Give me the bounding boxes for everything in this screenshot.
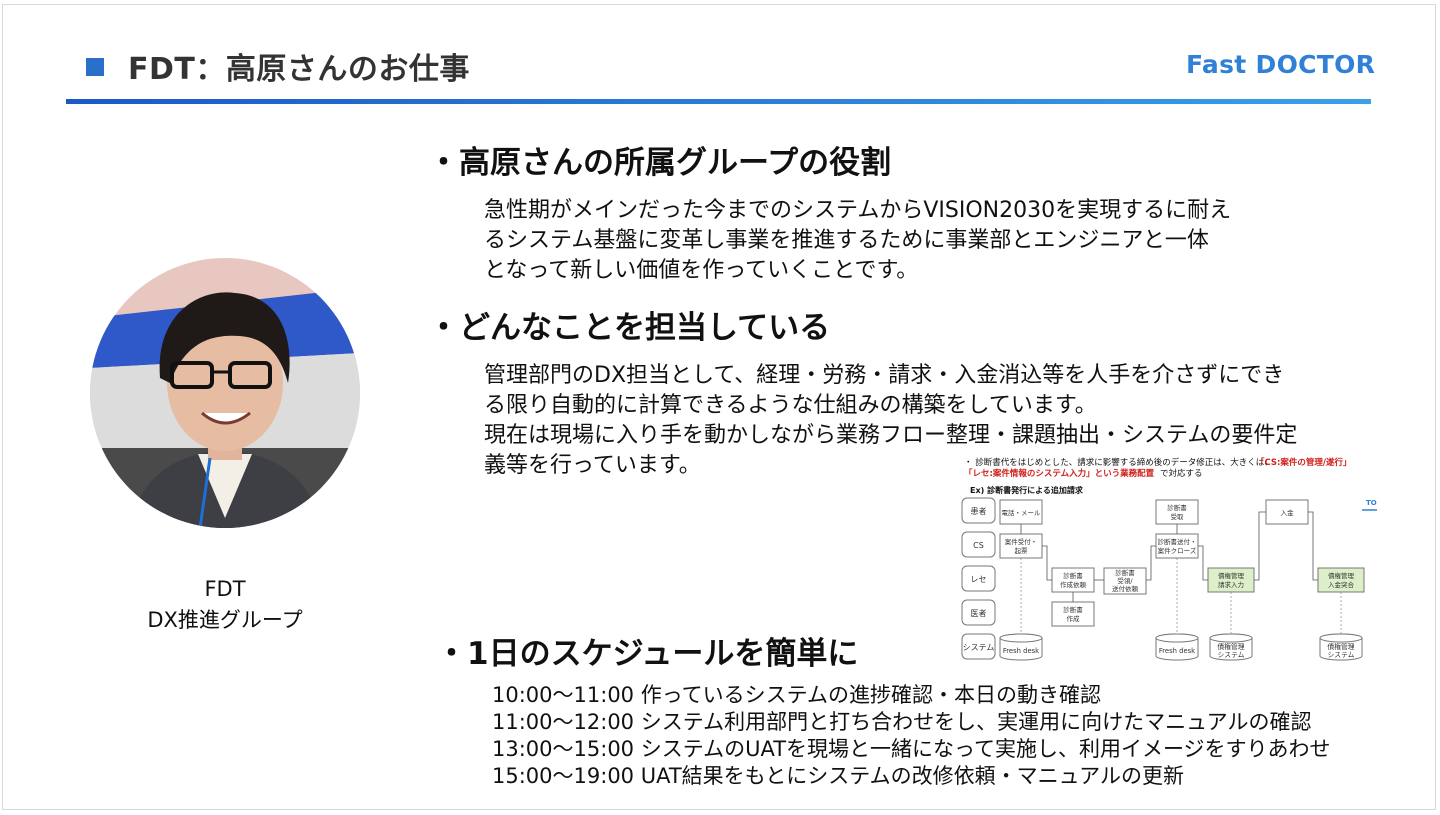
lane-label: 医者 bbox=[971, 609, 987, 618]
square-bullet-icon bbox=[86, 58, 104, 76]
diagram-box-text: 診断書 bbox=[1115, 568, 1135, 577]
diagram-box-text: 入金突合 bbox=[1328, 580, 1355, 589]
profile-photo bbox=[90, 258, 360, 528]
diagram-box-text: 債権管理 bbox=[1218, 571, 1245, 580]
section-heading-responsibility: ・どんなことを担当している bbox=[428, 310, 831, 346]
lane-label: システム bbox=[963, 643, 995, 652]
body-line: 急性期がメインだった今までのシステムからVISION2030を実現するに耐え bbox=[484, 198, 1232, 223]
diagram-box-text: 送付依頼 bbox=[1112, 584, 1139, 593]
section-body-role: 急性期がメインだった今までのシステムからVISION2030を実現するに耐え る… bbox=[484, 196, 1231, 286]
diagram-box-text: 診断書 bbox=[1063, 571, 1083, 580]
body-line: る限り自動的に計算できるような仕組みの構築をしています。 bbox=[484, 393, 1097, 418]
system-label: システム bbox=[1218, 651, 1245, 659]
profile-team-line1: FDT bbox=[204, 577, 246, 601]
diagram-box-text: 受取 bbox=[1171, 512, 1185, 521]
diagram-subtitle: Ex) 診断書発行による追加請求 bbox=[970, 485, 1084, 495]
diagram-note-red1: 「CS:案件の管理/遂行」 bbox=[1256, 457, 1352, 468]
profile-team-line2: DX推進グループ bbox=[147, 608, 303, 632]
diagram-box-text: 作成依頼 bbox=[1060, 580, 1087, 589]
body-line: となって新しい価値を作っていくことです。 bbox=[484, 258, 919, 283]
section-heading-role: ・高原さんの所属グループの役割 bbox=[428, 145, 892, 181]
section-heading-schedule: ・1日のスケジュールを簡単に bbox=[436, 636, 859, 672]
body-line: 管理部門のDX担当として、経理・労務・請求・入金消込等を人手を介さずにでき bbox=[484, 363, 1285, 388]
header-divider bbox=[66, 99, 1371, 104]
page-title: FDT：高原さんのお仕事 bbox=[128, 52, 470, 87]
diagram-box-text: 案件クローズ bbox=[1158, 546, 1197, 555]
diagram-box-text: 起票 bbox=[1015, 547, 1029, 555]
schedule-item: 13:00〜15:00 システムのUATを現場と一緒になって実施し、利用イメージ… bbox=[492, 737, 1331, 761]
diagram-box-text: 債権管理 bbox=[1328, 571, 1355, 580]
system-label: システム bbox=[1328, 651, 1355, 659]
diagram-note-prefix: ・ 診断書代をはじめとした、請求に影響する締め後のデータ修正は、大きくは、 bbox=[964, 457, 1273, 468]
diagram-box-text: 診断書 bbox=[1063, 605, 1083, 614]
diagram-note-suffix: で対応する bbox=[1160, 468, 1203, 479]
brand-logo: Fast DOCTOR bbox=[1186, 50, 1376, 79]
system-label: Fresh desk bbox=[1003, 647, 1039, 655]
body-line: 現在は現場に入り手を動かしながら業務フロー整理・課題抽出・システムの要件定 bbox=[484, 423, 1298, 448]
diagram-box-text: 電話・メール bbox=[1002, 508, 1042, 517]
lane-label: 患者 bbox=[971, 506, 987, 516]
lane-label: CS bbox=[973, 541, 984, 550]
diagram-box-text: 作成 bbox=[1067, 614, 1081, 623]
diagram-box-text: 案件受付・ bbox=[1005, 537, 1038, 546]
schedule-item: 10:00〜11:00 作っているシステムの進捗確認・本日の動き確認 bbox=[492, 683, 1102, 707]
diagram-box-text: 診断書送付・ bbox=[1158, 537, 1197, 546]
schedule-item: 11:00〜12:00 システム利用部門と打ち合わせをし、実運用に向けたマニュア… bbox=[492, 710, 1312, 734]
diagram-box-text: 入金 bbox=[1281, 508, 1295, 517]
system-label: Fresh desk bbox=[1159, 647, 1195, 655]
lane-label: レセ bbox=[971, 575, 987, 584]
embedded-workflow-diagram: ・ 診断書代をはじめとした、請求に影響する締め後のデータ修正は、大きくは、 「C… bbox=[952, 450, 1383, 665]
diagram-box-text: 診断書 bbox=[1167, 503, 1187, 512]
system-label: 債権管理 bbox=[1327, 642, 1354, 651]
diagram-box-text: 受領/ bbox=[1117, 576, 1133, 585]
system-label: 債権管理 bbox=[1217, 642, 1244, 651]
body-line: るシステム基盤に変革し事業を推進するために事業部とエンジニアと一体 bbox=[484, 228, 1209, 253]
diagram-box-text: 請求入力 bbox=[1218, 580, 1244, 589]
schedule-item: 15:00〜19:00 UAT結果をもとにシステムの改修依頼・マニュアルの更新 bbox=[492, 764, 1184, 788]
schedule-list: 10:00〜11:00 作っているシステムの進捗確認・本日の動き確認 11:00… bbox=[492, 682, 1331, 790]
diagram-note-red2: 「レセ:案件情報のシステム入力」という業務配置 bbox=[964, 468, 1155, 479]
diagram-logo-fragment: TOR bbox=[1366, 499, 1377, 507]
